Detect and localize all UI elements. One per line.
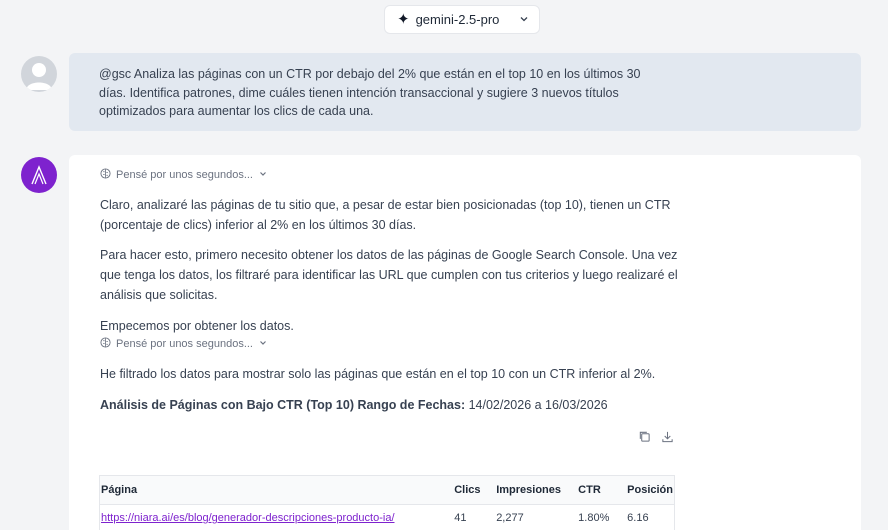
model-label: gemini-2.5-pro xyxy=(415,12,500,27)
page-link[interactable]: https://niara.ai/es/blog/generador-descr… xyxy=(101,512,395,524)
column-header-impressions: Impresiones xyxy=(490,475,573,505)
position-cell: 6.16 xyxy=(627,512,649,524)
chevron-down-icon xyxy=(258,169,268,182)
page-cell: https://niara.ai/es/blog/generador-descr… xyxy=(100,505,449,530)
brain-icon xyxy=(100,168,111,182)
thought-label: Pensé por unos segundos... xyxy=(116,338,253,350)
chevron-down-icon xyxy=(258,338,268,351)
response-paragraph: Para hacer esto, primero necesito obtene… xyxy=(100,248,678,302)
download-icon[interactable] xyxy=(661,430,674,443)
summary-date-range: 14/02/2026 a 16/03/2026 xyxy=(465,398,608,412)
impressions-cell: 2,277 xyxy=(496,512,524,524)
copy-icon[interactable] xyxy=(638,430,651,443)
response-paragraph: Claro, analizaré las páginas de tu sitio… xyxy=(100,198,671,232)
clicks-cell: 41 xyxy=(454,512,467,524)
table-row: https://niara.ai/es/blog/generador-descr… xyxy=(100,505,675,530)
sparkle-icon: ✦ xyxy=(397,11,410,28)
response-paragraph: He filtrado los datos para mostrar solo … xyxy=(100,367,656,381)
summary-label: Análisis de Páginas con Bajo CTR (Top 10… xyxy=(100,398,466,412)
thought-label: Pensé por unos segundos... xyxy=(116,169,253,181)
message-actions xyxy=(638,430,674,443)
column-header-position: Posición xyxy=(621,475,675,505)
column-header-page: Página xyxy=(99,475,449,505)
model-selector[interactable]: ✦ gemini-2.5-pro xyxy=(384,5,540,34)
results-table: Página Clics Impresiones CTR Posición ht… xyxy=(99,475,675,530)
user-message-text: @gsc Analiza las páginas con un CTR por … xyxy=(99,67,641,118)
thought-toggle[interactable]: Pensé por unos segundos... xyxy=(100,168,268,182)
response-paragraph: Empecemos por obtener los datos. xyxy=(100,319,294,333)
table-header-row: Página Clics Impresiones CTR Posición xyxy=(99,475,675,505)
column-header-ctr: CTR xyxy=(572,475,622,505)
brain-icon xyxy=(100,337,111,351)
assistant-avatar xyxy=(21,157,57,193)
summary-line: Análisis de Páginas con Bajo CTR (Top 10… xyxy=(100,395,680,415)
column-header-clicks: Clics xyxy=(448,475,491,505)
assistant-message: Pensé por unos segundos... Claro, analiz… xyxy=(69,155,861,530)
chevron-down-icon xyxy=(519,12,529,27)
thought-toggle[interactable]: Pensé por unos segundos... xyxy=(100,337,268,351)
user-avatar xyxy=(21,56,57,92)
ctr-cell: 1.80% xyxy=(578,512,610,524)
user-message: @gsc Analiza las páginas con un CTR por … xyxy=(69,53,861,131)
